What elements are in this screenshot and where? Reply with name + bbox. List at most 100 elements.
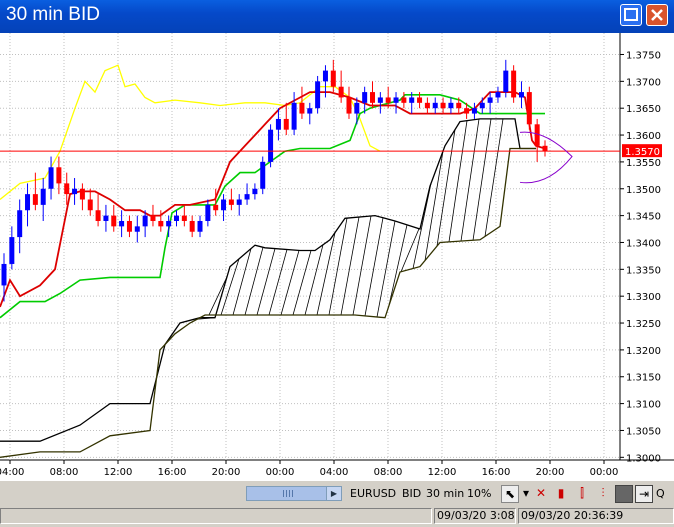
candle-body — [166, 220, 172, 227]
candle-body — [173, 215, 179, 221]
projection-shape — [519, 131, 573, 184]
symbol-label[interactable]: EURUSD — [350, 487, 396, 500]
status-time: 09/03/20 20:36:39 — [518, 508, 674, 524]
indicator-icon[interactable]: ⫶ — [595, 485, 611, 501]
y-tick-label: 1.3400 — [626, 238, 661, 249]
candle-body — [464, 108, 470, 114]
kumo-hatch — [448, 120, 468, 242]
candle-body — [456, 102, 462, 109]
candle-body — [354, 102, 360, 114]
candle-body — [534, 124, 540, 146]
close-icon — [651, 9, 663, 21]
x-tick-label: 16:00 — [482, 467, 511, 478]
panel-icon[interactable] — [615, 485, 633, 503]
kumo-hatch — [244, 247, 264, 316]
y-tick-label: 1.3450 — [626, 212, 661, 223]
candle-body — [213, 204, 219, 211]
kumo-hatch — [292, 250, 312, 316]
price-type-label[interactable]: BID — [402, 487, 421, 500]
y-tick-label: 1.3700 — [626, 77, 661, 88]
candle-body — [417, 97, 423, 103]
candle-body — [448, 102, 454, 109]
candle-body — [338, 86, 344, 98]
shift-chart-icon[interactable]: ⇥ — [635, 485, 653, 503]
maximize-button[interactable] — [620, 4, 642, 26]
candle-body — [440, 102, 446, 109]
candle-body — [401, 97, 407, 103]
window-title: 30 min BID — [6, 4, 100, 25]
y-tick-label: 1.3250 — [626, 319, 661, 330]
kumo-hatch — [424, 151, 444, 261]
chart-scrollbar[interactable]: ▶ — [246, 486, 342, 501]
cursor-tool-icon[interactable]: ⬉ — [501, 485, 519, 503]
candle-body — [142, 215, 148, 227]
x-tick-label: 04:00 — [320, 467, 349, 478]
scroll-right-arrow-icon[interactable]: ▶ — [326, 487, 341, 500]
candle-body — [370, 92, 376, 103]
status-cursor-info: 09/03/20 3:08 1.3202 — [434, 508, 516, 524]
bar-chart-icon[interactable]: ⫿ — [574, 485, 590, 501]
candle-body — [275, 118, 281, 130]
candle-body — [72, 188, 78, 195]
ichimoku-chart: 1.3750 1.3700 1.3650 1.3600 1.3550 1.3500 1.34… — [0, 33, 674, 478]
candle-body — [362, 92, 368, 103]
y-tick-label: 1.3550 — [626, 158, 661, 169]
y-tick-label: 1.3100 — [626, 400, 661, 411]
candle-body — [158, 220, 164, 227]
zoom-label[interactable]: 10% — [467, 487, 491, 500]
candle-body — [471, 108, 477, 114]
candle-body — [330, 70, 336, 87]
candle-body — [385, 97, 391, 103]
candle-body — [315, 81, 321, 109]
timeframe-label[interactable]: 30 min — [426, 487, 464, 500]
y-tick-label: 1.3000 — [626, 453, 661, 464]
candle-body — [189, 220, 195, 232]
x-tick-label: 00:00 — [590, 467, 619, 478]
x-tick-label: 04:00 — [0, 467, 24, 478]
x-tick-label: 20:00 — [536, 467, 565, 478]
candle-chart-icon[interactable]: ▮ — [553, 485, 569, 501]
kumo-hatch — [400, 228, 420, 272]
candle-body — [197, 220, 203, 232]
status-empty — [0, 508, 432, 524]
candle-body — [487, 97, 493, 103]
candle-body — [103, 215, 109, 221]
candle-body — [236, 199, 242, 205]
candle-body — [119, 220, 125, 227]
kumo-hatch — [316, 232, 336, 316]
candle-body — [1, 263, 7, 286]
kumo-hatch — [340, 216, 360, 316]
chart-area[interactable]: 1.3750 1.3700 1.3650 1.3600 1.3550 1.3500 1.34… — [0, 33, 674, 480]
scroll-grip-icon — [283, 490, 293, 497]
candle-body — [518, 92, 524, 98]
candle-body — [542, 145, 548, 152]
close-button[interactable] — [646, 4, 668, 26]
candle-body — [299, 102, 305, 114]
candle-body — [87, 199, 93, 211]
candle-body — [268, 129, 274, 162]
status-bar: 09/03/20 3:08 1.3202 09/03/20 20:36:39 — [0, 506, 674, 527]
candle-body — [322, 70, 328, 82]
candle-body — [291, 102, 297, 130]
candle-body — [150, 215, 156, 221]
candle-body — [495, 92, 501, 98]
candle-body — [307, 108, 313, 114]
y-tick-label: 1.3200 — [626, 346, 661, 357]
x-tick-label: 08:00 — [374, 467, 403, 478]
x-tick-label: 20:00 — [212, 467, 241, 478]
candle-body — [40, 188, 46, 205]
crosshair-icon[interactable]: ✕ — [533, 485, 549, 501]
dropdown-icon[interactable]: ▾ — [518, 485, 534, 501]
y-tick-label: 1.3650 — [626, 104, 661, 115]
kumo-hatch — [304, 244, 324, 316]
q-label[interactable]: Q — [656, 487, 665, 500]
candle-body — [283, 118, 289, 130]
candle-body — [56, 167, 62, 184]
candle-body — [409, 97, 415, 103]
candle-body — [79, 188, 85, 200]
kumo-hatch — [436, 129, 456, 247]
candle-body — [25, 194, 31, 211]
x-tick-label: 12:00 — [104, 467, 133, 478]
candle-body — [346, 97, 352, 114]
kumo-hatch — [232, 248, 252, 316]
